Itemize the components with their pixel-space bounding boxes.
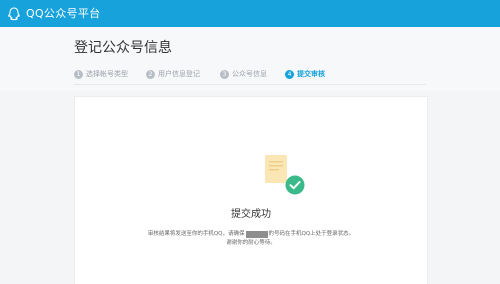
step-label: 公众号信息 [232,70,267,78]
step-2: 2 用户信息登记 [146,68,200,80]
page-title: 登记公众号信息 [74,40,172,56]
step-number: 4 [285,69,294,79]
description-text: 审核结果将发送至你的手机QQ，请确保 [147,231,245,237]
step-4: 4 提交审核 [285,68,325,80]
step-3: 3 公众号信息 [220,68,267,80]
step-1: 1 选择帐号类型 [74,68,128,80]
steps-divider [74,84,426,85]
step-label: 选择帐号类型 [86,70,128,78]
step-number: 2 [146,69,155,79]
header-area [0,27,500,91]
thank-you-text: 谢谢你的耐心等待。 [226,240,276,246]
step-number: 3 [220,69,229,79]
result-description: 审核结果将发送至你的手机QQ，请确保 的号码在手机QQ上处于登录状态。 [75,231,427,238]
success-title: 提交成功 [231,209,271,220]
platform-brand[interactable]: QQ公众号平台 [26,7,100,20]
qq-logo-icon[interactable] [6,6,22,22]
redacted-mask [245,231,268,238]
step-number: 1 [74,69,83,79]
check-circle-icon [285,175,305,195]
step-label: 用户信息登记 [158,70,200,78]
top-bar: QQ公众号平台 [0,0,500,27]
result-card: 提交成功 审核结果将发送至你的手机QQ，请确保 的号码在手机QQ上处于登录状态。 … [74,96,428,284]
step-label: 提交审核 [297,70,325,78]
description-text: 的号码在手机QQ上处于登录状态。 [268,231,355,237]
